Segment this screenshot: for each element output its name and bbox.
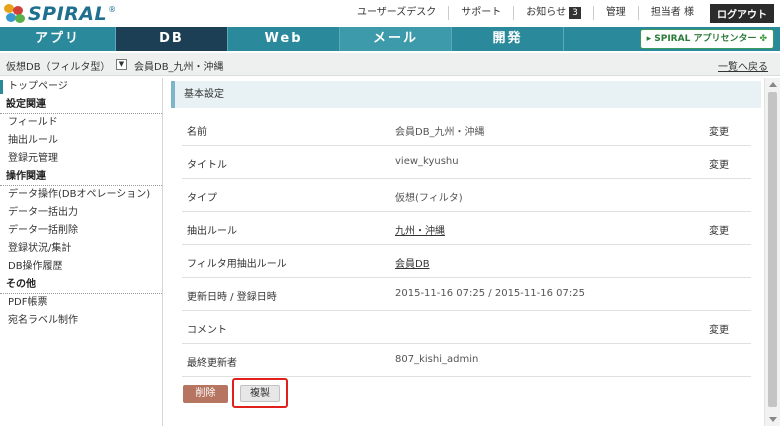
main-nav: アプリ DB Web メール 開発 ▸ SPIRAL アプリセンター ✤ (0, 27, 780, 51)
table-row: 最終更新者 807_kishi_admin (182, 344, 751, 377)
row-label: コメント (187, 325, 227, 336)
sidebar: トップページ 設定関連 フィールド 抽出ルール 登録元管理 操作関連 データ操作… (0, 78, 163, 426)
app-center-button[interactable]: ▸ SPIRAL アプリセンター ✤ (639, 29, 774, 49)
tab-dev[interactable]: 開発 (452, 27, 564, 51)
leaf-icon: ✤ (759, 34, 767, 44)
sidebar-section-other: その他 (0, 276, 162, 294)
sidebar-item-pdf-form[interactable]: PDF帳票 (0, 294, 162, 312)
change-link[interactable]: 変更 (709, 156, 729, 171)
breadcrumb: 仮想DB（フィルタ型） ▼ 会員DB_九州・沖縄 一覧へ戻る (0, 53, 780, 76)
sidebar-item-field[interactable]: フィールド (0, 114, 162, 132)
row-label: 抽出ルール (187, 226, 237, 237)
db-type-label: 仮想DB（フィルタ型） (6, 62, 111, 73)
change-link[interactable]: 変更 (709, 321, 729, 336)
row-value: 807_kishi_admin (395, 354, 479, 365)
top-bar: SPIRAL ® ユーザーズデスク サポート お知らせ 3 管理 担当者 様 ログ… (0, 0, 780, 26)
scrollbar[interactable] (764, 78, 780, 426)
change-link[interactable]: 変更 (709, 222, 729, 237)
sidebar-item-registration-stats[interactable]: 登録状況/集計 (0, 240, 162, 258)
sidebar-item-address-label[interactable]: 宛名ラベル制作 (0, 312, 162, 330)
row-label: タイトル (187, 160, 227, 171)
sidebar-item-data-operation[interactable]: データ操作(DBオペレーション) (0, 186, 162, 204)
table-row: 名前 会員DB_九州・沖縄 変更 (182, 113, 751, 146)
main-content: 基本設定 名前 会員DB_九州・沖縄 変更 タイトル view_kyushu 変… (171, 78, 761, 426)
copy-button[interactable]: 複製 (240, 385, 280, 402)
delete-button[interactable]: 削除 (183, 385, 228, 403)
scroll-thumb[interactable] (768, 92, 777, 407)
notice-link[interactable]: お知らせ 3 (513, 6, 593, 20)
row-label: 最終更新者 (187, 358, 237, 369)
support-link[interactable]: サポート (448, 6, 513, 20)
filter-source-db-link[interactable]: 会員DB (395, 255, 430, 270)
row-label: フィルタ用抽出ルール (187, 259, 287, 270)
app-center-label: SPIRAL アプリセンター (654, 34, 757, 44)
db-name-label: 会員DB_九州・沖縄 (134, 62, 224, 73)
table-row: フィルタ用抽出ルール 会員DB (182, 245, 751, 278)
row-value: view_kyushu (395, 156, 459, 167)
spiral-logo[interactable]: SPIRAL ® (4, 3, 116, 25)
notice-count-badge: 3 (569, 7, 581, 19)
sidebar-item-db-history[interactable]: DB操作履歴 (0, 258, 162, 276)
row-label: タイプ (187, 193, 217, 204)
sidebar-item-bulk-export[interactable]: データ一括出力 (0, 204, 162, 222)
table-row: コメント 変更 (182, 311, 751, 344)
sidebar-item-bulk-delete[interactable]: データ一括削除 (0, 222, 162, 240)
scroll-up-icon[interactable] (769, 82, 777, 87)
settings-table: 名前 会員DB_九州・沖縄 変更 タイトル view_kyushu 変更 タイプ… (182, 113, 751, 377)
table-row: タイプ 仮想(フィルタ) (182, 179, 751, 212)
scroll-down-icon[interactable] (769, 417, 777, 422)
user-name: 担当者 様 (637, 6, 706, 20)
row-value: 会員DB_九州・沖縄 (395, 127, 485, 138)
table-row: タイトル view_kyushu 変更 (182, 146, 751, 179)
panel-title: 基本設定 (171, 81, 761, 108)
logout-button[interactable]: ログアウト (710, 3, 774, 23)
logo-text: SPIRAL (28, 3, 108, 25)
db-select-dropdown-icon[interactable]: ▼ (116, 59, 127, 70)
tab-db[interactable]: DB (116, 27, 228, 51)
row-value: 2015-11-16 07:25 / 2015-11-16 07:25 (395, 288, 585, 299)
sidebar-section-operations: 操作関連 (0, 168, 162, 186)
user-desk-link[interactable]: ユーザーズデスク (345, 6, 448, 20)
tab-mail[interactable]: メール (340, 27, 452, 51)
sidebar-item-top-page[interactable]: トップページ (0, 78, 162, 96)
tab-web[interactable]: Web (228, 27, 340, 51)
extraction-rule-link[interactable]: 九州・沖縄 (395, 222, 445, 237)
sidebar-section-settings: 設定関連 (0, 96, 162, 114)
change-link[interactable]: 変更 (709, 123, 729, 138)
back-to-list-link[interactable]: 一覧へ戻る (718, 58, 768, 73)
logo-registered-mark: ® (108, 5, 117, 14)
header-links: ユーザーズデスク サポート お知らせ 3 管理 担当者 様 ログアウト (345, 3, 774, 23)
highlight-box: 複製 (232, 378, 288, 408)
table-row: 抽出ルール 九州・沖縄 変更 (182, 212, 751, 245)
row-value: 仮想(フィルタ) (395, 193, 463, 204)
admin-link[interactable]: 管理 (592, 6, 638, 20)
sidebar-item-extraction-rule[interactable]: 抽出ルール (0, 132, 162, 150)
tab-app[interactable]: アプリ (0, 27, 116, 51)
row-label: 更新日時 / 登録日時 (187, 292, 277, 303)
logo-mark-icon (4, 4, 26, 24)
sidebar-item-registration-source[interactable]: 登録元管理 (0, 150, 162, 168)
table-row: 更新日時 / 登録日時 2015-11-16 07:25 / 2015-11-1… (182, 278, 751, 311)
row-label: 名前 (187, 127, 207, 138)
notice-label: お知らせ (526, 7, 567, 18)
